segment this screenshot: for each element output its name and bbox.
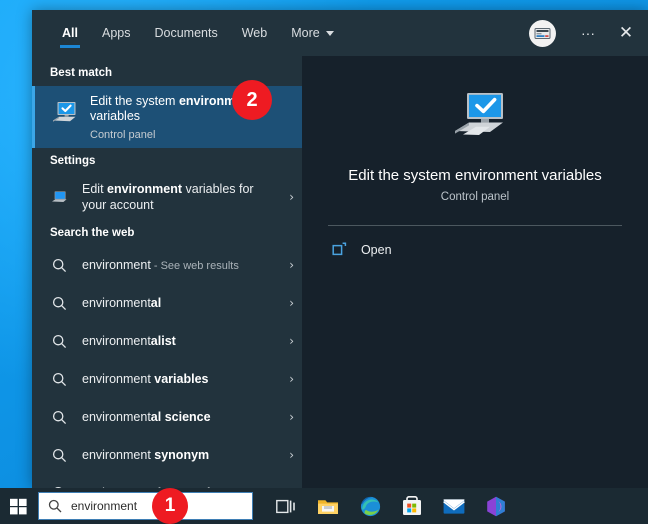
windows-search-panel: All Apps Documents Web More ··· ✕ Best m… — [32, 10, 648, 488]
search-icon — [50, 410, 68, 425]
chevron-right-icon[interactable]: › — [278, 190, 294, 204]
web-result-highlight: al science — [150, 410, 211, 424]
section-header-settings: Settings — [50, 155, 96, 167]
preview-title: Edit the system environment variables — [348, 167, 602, 184]
chevron-right-icon[interactable]: › — [278, 448, 294, 462]
web-result-prefix: environment — [82, 296, 151, 310]
web-result-label: environmentalist — [82, 333, 278, 349]
web-result-label: environmental — [82, 295, 278, 311]
web-result-row[interactable]: environment synonym › — [32, 436, 302, 474]
settings-highlight: environment — [107, 182, 183, 196]
step-badge-1: 1 — [152, 488, 188, 524]
tab-documents[interactable]: Documents — [142, 10, 229, 56]
web-result-row[interactable]: environmentalist › — [32, 322, 302, 360]
search-panel-body: Best match Edit the system environment v… — [32, 56, 648, 488]
tab-more[interactable]: More — [279, 10, 345, 56]
search-input[interactable]: environment — [38, 492, 253, 520]
step-badge-2: 2 — [232, 80, 272, 120]
settings-prefix: Edit — [82, 182, 108, 196]
tab-documents-label: Documents — [154, 26, 218, 40]
microsoft-365-icon[interactable] — [475, 488, 517, 524]
header-actions: ··· ✕ — [529, 10, 648, 56]
chevron-down-icon — [325, 30, 334, 36]
chevron-right-icon[interactable]: › — [278, 410, 294, 424]
search-icon — [48, 499, 62, 513]
ellipsis-icon: ··· — [581, 25, 595, 41]
chevron-right-icon[interactable]: › — [278, 296, 294, 310]
preview-subtitle: Control panel — [440, 191, 510, 203]
web-result-label: environment synonym — [82, 447, 278, 463]
results-list: Best match Edit the system environment v… — [32, 56, 302, 488]
system-properties-icon — [46, 100, 78, 135]
web-result-highlight: al — [150, 296, 162, 310]
best-match-title-prefix: Edit the system — [90, 93, 179, 108]
system-properties-icon — [443, 90, 507, 153]
web-result-row[interactable]: environmental protection agency› — [32, 474, 302, 488]
microsoft-edge-icon[interactable] — [349, 488, 391, 524]
close-icon: ✕ — [618, 23, 634, 42]
microsoft-store-icon[interactable] — [391, 488, 433, 524]
tab-all-label: All — [62, 26, 78, 40]
web-result-prefix: environment — [82, 257, 151, 272]
search-icon — [50, 296, 68, 311]
web-result-row[interactable]: environmental › — [32, 284, 302, 322]
tab-apps[interactable]: Apps — [90, 10, 143, 56]
web-result-highlight: alist — [150, 334, 176, 348]
preview-pane: Edit the system environment variables Co… — [302, 56, 648, 488]
file-explorer-icon[interactable] — [307, 488, 349, 524]
web-result-highlight: synonym — [154, 448, 210, 462]
web-result-prefix: environment — [82, 334, 151, 348]
settings-result[interactable]: Edit environment variables for your acco… — [32, 174, 302, 220]
avatar-image — [534, 27, 551, 39]
close-button[interactable]: ✕ — [608, 10, 644, 56]
search-icon — [50, 448, 68, 463]
best-match-title-suffix: variables — [90, 108, 141, 123]
web-result-highlight: variables — [154, 372, 209, 386]
taskbar: environment — [0, 488, 648, 524]
chevron-right-icon[interactable]: › — [278, 334, 294, 348]
web-result-label: environmental science — [82, 409, 278, 425]
step-badge-2-number: 2 — [246, 88, 258, 111]
web-results-list: environment - See web results › environmen… — [32, 246, 302, 488]
web-result-row[interactable]: environment variables › — [32, 360, 302, 398]
best-match-subtitle: Control panel — [90, 128, 156, 141]
tab-more-label: More — [291, 26, 320, 40]
web-result-prefix: environment — [82, 372, 155, 386]
section-header-search-the-web: Search the web — [50, 227, 135, 239]
settings-result-label: Edit environment variables for your acco… — [82, 181, 278, 213]
tab-web-label: Web — [241, 26, 268, 40]
open-label: Open — [360, 242, 392, 257]
web-result-label: environment - See web results — [82, 257, 278, 274]
search-icon — [50, 258, 68, 273]
mail-icon[interactable] — [433, 488, 475, 524]
search-icon — [50, 334, 68, 349]
tab-web[interactable]: Web — [230, 10, 279, 56]
open-action-button[interactable]: Open — [328, 226, 622, 257]
web-result-prefix: environment — [82, 448, 155, 462]
search-input-value: environment — [71, 499, 138, 513]
tab-apps-label: Apps — [101, 26, 131, 40]
web-result-prefix: environment — [82, 410, 151, 424]
open-external-icon — [332, 242, 347, 256]
web-result-label: environment variables — [82, 371, 278, 387]
search-panel-header: All Apps Documents Web More ··· ✕ — [32, 10, 648, 56]
search-icon — [50, 372, 68, 387]
tab-all[interactable]: All — [50, 10, 90, 56]
step-badge-1-number: 1 — [164, 495, 176, 516]
task-view-icon[interactable] — [265, 488, 307, 524]
chevron-right-icon[interactable]: › — [278, 372, 294, 386]
laptop-settings-icon — [50, 189, 68, 205]
windows-start-icon[interactable] — [0, 488, 36, 524]
web-result-hint: - See web results — [150, 259, 239, 272]
more-options-button[interactable]: ··· — [570, 10, 606, 56]
web-result-row[interactable]: environmental science › — [32, 398, 302, 436]
chevron-right-icon[interactable]: › — [278, 258, 294, 272]
avatar[interactable] — [529, 19, 556, 47]
web-result-row[interactable]: environment - See web results › — [32, 246, 302, 284]
